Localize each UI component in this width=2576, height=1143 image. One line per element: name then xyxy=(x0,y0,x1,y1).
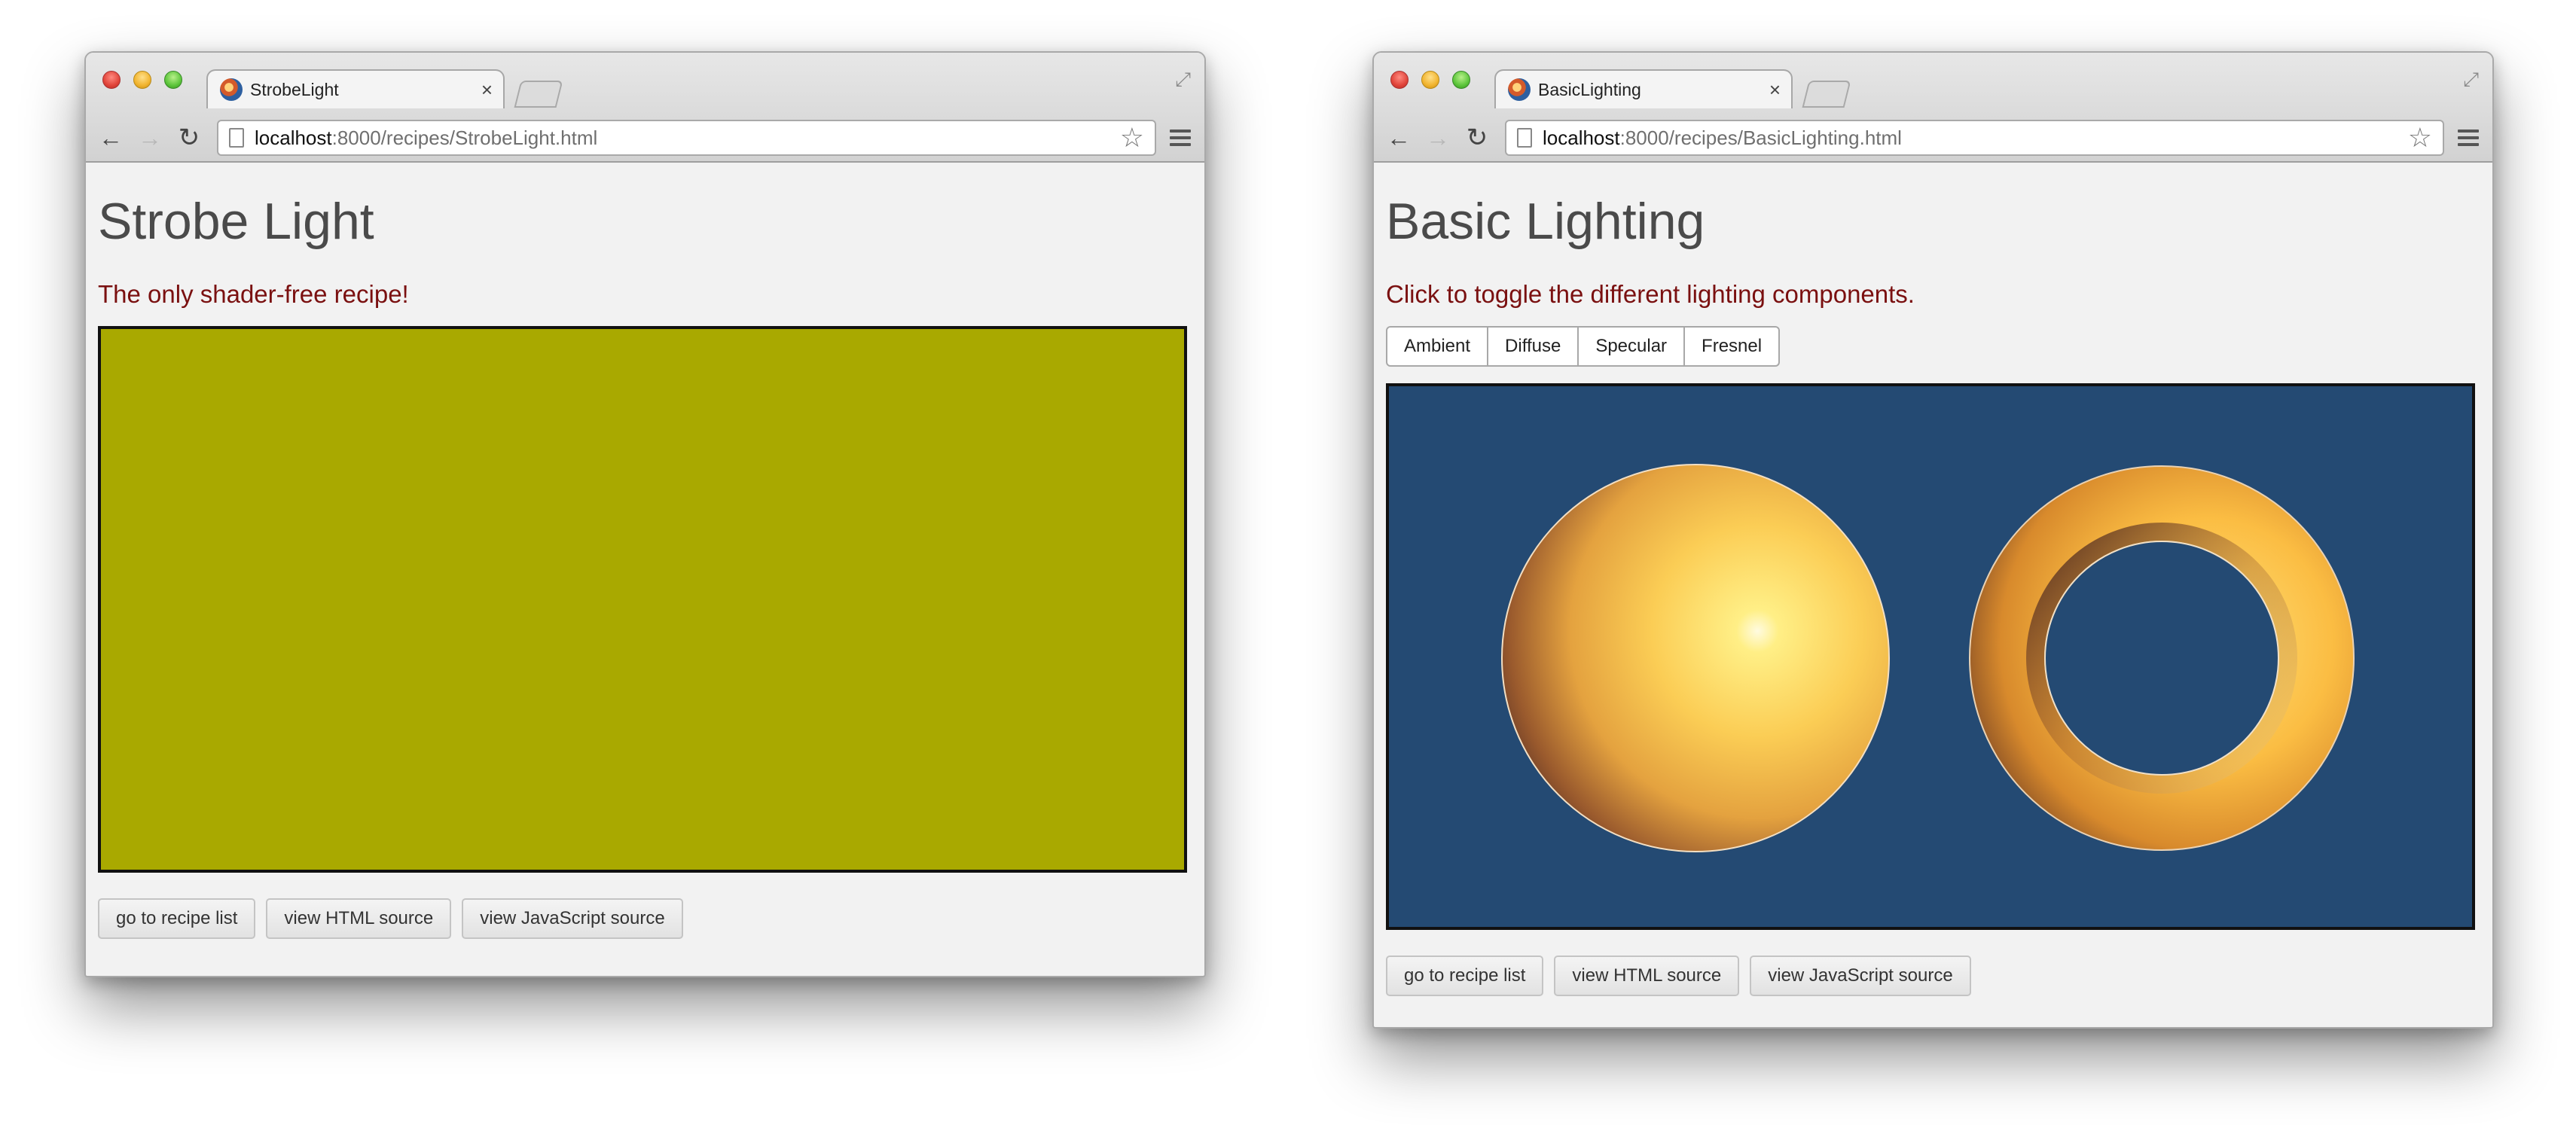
bookmark-star-icon[interactable]: ☆ xyxy=(1120,122,1144,154)
tab-title: BasicLighting xyxy=(1538,79,1641,99)
window-controls xyxy=(102,71,182,89)
hamburger-menu-icon xyxy=(1170,130,1191,146)
sphere-shape xyxy=(1501,464,1890,852)
navigation-bar: ← → ↻ localhost:8000/recipes/StrobeLight… xyxy=(86,114,1204,161)
close-window-button[interactable] xyxy=(1390,71,1409,89)
browser-chrome: BasicLighting × ⤢ ← → ↻ localhost:8000/r… xyxy=(1374,53,2492,163)
specular-toggle-button[interactable]: Specular xyxy=(1579,328,1686,365)
browser-chrome: StrobeLight × ⤢ ← → ↻ localhost:8000/rec… xyxy=(86,53,1204,163)
view-html-source-button[interactable]: view HTML source xyxy=(266,898,452,939)
zoom-window-button[interactable] xyxy=(1452,71,1470,89)
chrome-menu-button[interactable] xyxy=(2444,130,2492,146)
fullscreen-icon[interactable]: ⤢ xyxy=(2463,68,2479,92)
back-arrow-icon[interactable]: ← xyxy=(96,124,125,152)
tab-basiclighting[interactable]: BasicLighting × xyxy=(1494,69,1793,108)
go-to-recipe-list-button[interactable]: go to recipe list xyxy=(1386,956,1544,996)
page-subtitle: The only shader-free recipe! xyxy=(98,280,409,308)
page-title: Strobe Light xyxy=(98,193,374,250)
favicon-icon xyxy=(220,78,243,101)
new-tab-button[interactable] xyxy=(514,81,563,108)
rendered-scene xyxy=(1501,464,2355,852)
hamburger-menu-icon xyxy=(2458,130,2479,146)
ambient-toggle-button[interactable]: Ambient xyxy=(1387,328,1489,365)
url-text: localhost:8000/recipes/StrobeLight.html xyxy=(255,126,1120,150)
favicon-icon xyxy=(1508,78,1531,101)
tab-close-icon[interactable]: × xyxy=(1769,78,1781,102)
view-javascript-source-button[interactable]: view JavaScript source xyxy=(1750,956,1971,996)
page-icon xyxy=(229,128,244,148)
lighting-toggle-group: Ambient Diffuse Specular Fresnel xyxy=(1386,326,1781,367)
forward-arrow-icon[interactable]: → xyxy=(136,124,164,152)
reload-icon[interactable]: ↻ xyxy=(1463,123,1491,153)
tab-title: StrobeLight xyxy=(250,79,339,99)
url-host: localhost xyxy=(255,126,332,149)
page-content: Basic Lighting Click to toggle the diffe… xyxy=(1374,196,2492,996)
close-window-button[interactable] xyxy=(102,71,121,89)
view-javascript-source-button[interactable]: view JavaScript source xyxy=(462,898,683,939)
bookmark-star-icon[interactable]: ☆ xyxy=(2408,122,2432,154)
zoom-window-button[interactable] xyxy=(164,71,182,89)
page-icon xyxy=(1517,128,1532,148)
navigation-bar: ← → ↻ localhost:8000/recipes/BasicLighti… xyxy=(1374,114,2492,161)
footer-buttons: go to recipe list view HTML source view … xyxy=(98,898,1192,939)
tab-close-icon[interactable]: × xyxy=(481,78,493,102)
browser-window-strobe-light: StrobeLight × ⤢ ← → ↻ localhost:8000/rec… xyxy=(84,51,1206,977)
fullscreen-icon[interactable]: ⤢ xyxy=(1175,68,1191,92)
fresnel-toggle-button[interactable]: Fresnel xyxy=(1685,328,1778,365)
page-subtitle: Click to toggle the different lighting c… xyxy=(1386,280,1915,308)
minimize-window-button[interactable] xyxy=(1421,71,1439,89)
chrome-menu-button[interactable] xyxy=(1156,130,1204,146)
url-path: :8000/recipes/StrobeLight.html xyxy=(331,126,598,149)
url-path: :8000/recipes/BasicLighting.html xyxy=(1619,126,1902,149)
forward-arrow-icon[interactable]: → xyxy=(1424,124,1452,152)
view-html-source-button[interactable]: view HTML source xyxy=(1554,956,1740,996)
diffuse-toggle-button[interactable]: Diffuse xyxy=(1488,328,1579,365)
url-host: localhost xyxy=(1543,126,1620,149)
address-bar[interactable]: localhost:8000/recipes/StrobeLight.html … xyxy=(217,120,1156,156)
reload-icon[interactable]: ↻ xyxy=(175,123,203,153)
webgl-canvas[interactable] xyxy=(98,326,1187,873)
torus-shape xyxy=(1969,465,2355,851)
webgl-canvas[interactable] xyxy=(1386,383,2475,930)
new-tab-button[interactable] xyxy=(1802,81,1851,108)
minimize-window-button[interactable] xyxy=(133,71,151,89)
footer-buttons: go to recipe list view HTML source view … xyxy=(1386,956,2480,996)
back-arrow-icon[interactable]: ← xyxy=(1384,124,1413,152)
browser-window-basic-lighting: BasicLighting × ⤢ ← → ↻ localhost:8000/r… xyxy=(1372,51,2494,1029)
window-controls xyxy=(1390,71,1470,89)
url-text: localhost:8000/recipes/BasicLighting.htm… xyxy=(1543,126,2408,150)
address-bar[interactable]: localhost:8000/recipes/BasicLighting.htm… xyxy=(1505,120,2444,156)
go-to-recipe-list-button[interactable]: go to recipe list xyxy=(98,898,256,939)
tab-strobelight[interactable]: StrobeLight × xyxy=(206,69,505,108)
page-title: Basic Lighting xyxy=(1386,193,1705,250)
page-content: Strobe Light The only shader-free recipe… xyxy=(86,196,1204,939)
